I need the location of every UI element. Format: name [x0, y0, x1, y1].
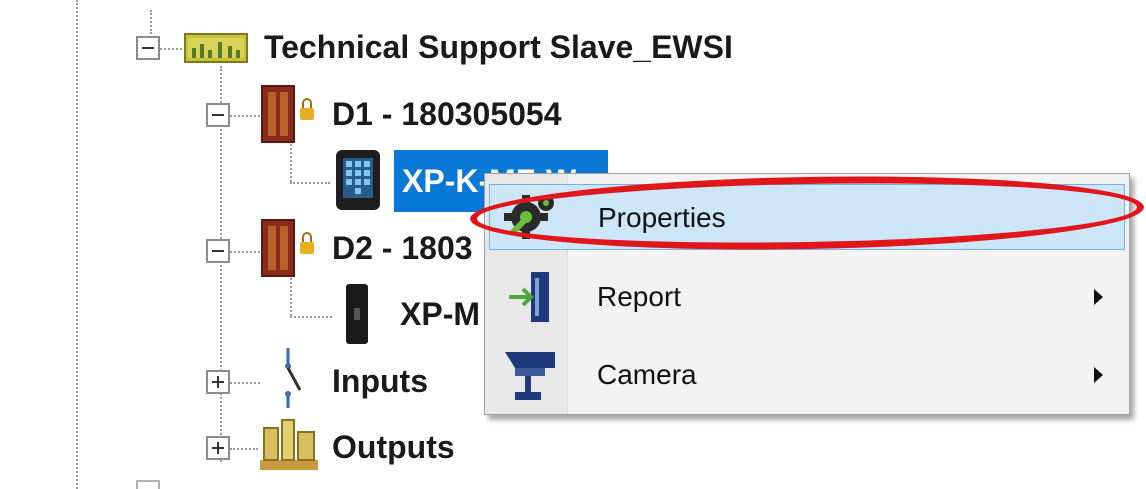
slim-reader-icon	[346, 284, 368, 344]
tree-node-d2[interactable]: D2 - 1803	[332, 228, 473, 268]
camera-icon	[505, 352, 555, 400]
tree-connector	[230, 251, 260, 253]
tree-guide-line	[290, 278, 292, 316]
tree-node-d1[interactable]: D1 - 180305054	[332, 94, 562, 134]
tree-guide-line	[150, 10, 152, 34]
tree-node-inputs[interactable]: Inputs	[332, 361, 428, 401]
tree-connector	[230, 382, 260, 384]
submenu-arrow-icon	[1094, 289, 1103, 305]
relay-icon	[260, 419, 318, 470]
collapse-d1-toggle[interactable]	[206, 103, 230, 127]
tree-guide-line	[290, 144, 292, 182]
tree-connector	[230, 448, 258, 450]
tree-node-reader2[interactable]: XP-M	[400, 294, 480, 334]
collapse-site-toggle[interactable]	[136, 36, 160, 60]
door-enter-icon	[509, 272, 549, 322]
switch-icon	[285, 348, 302, 408]
menu-item-label: Report	[597, 281, 682, 312]
menu-item-camera[interactable]: Camera	[489, 342, 1125, 408]
menu-item-report[interactable]: Report	[489, 264, 1125, 330]
menu-item-label: Camera	[597, 359, 697, 390]
door-locked-icon	[261, 85, 314, 143]
tree-connector	[230, 115, 260, 117]
expand-inputs-toggle[interactable]	[206, 370, 230, 394]
tree-connector	[160, 48, 182, 50]
keypad-reader-icon	[336, 150, 380, 210]
tree-node-site[interactable]: Technical Support Slave_EWSI	[264, 27, 733, 67]
door-locked-icon	[261, 219, 314, 277]
tree-connector	[290, 182, 330, 184]
screen: { "tree": { "site": {"label": "Technical…	[0, 0, 1146, 489]
tree-node-outputs[interactable]: Outputs	[332, 427, 455, 467]
tree-connector	[290, 316, 332, 318]
submenu-arrow-icon	[1094, 367, 1103, 383]
collapse-d2-toggle[interactable]	[206, 239, 230, 263]
expand-outputs-toggle[interactable]	[206, 436, 230, 460]
building-icon	[184, 33, 248, 63]
tree-node-partial	[136, 480, 160, 489]
tree-guide-line	[76, 0, 78, 489]
